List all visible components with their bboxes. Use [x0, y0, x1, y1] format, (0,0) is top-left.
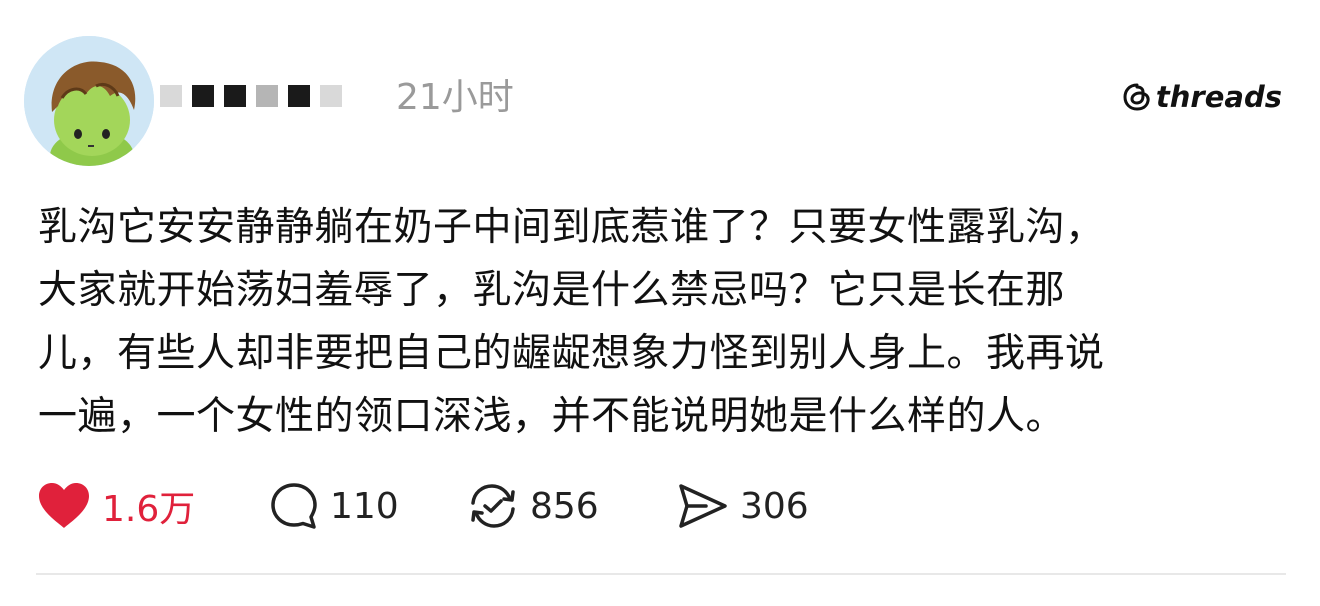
comment-button[interactable]: 110: [268, 476, 399, 536]
like-count: 1.6万: [102, 489, 196, 530]
post-text-line: 大家就开始荡妇羞辱了，乳沟是什么禁忌吗？它只是长在那: [38, 268, 1066, 313]
threads-brand: threads: [1122, 80, 1282, 114]
post-text-line: 儿，有些人却非要把自己的龌龊想象力怪到别人身上。我再说: [38, 331, 1105, 376]
repost-button[interactable]: 856: [466, 476, 599, 536]
post-text-line: 乳沟它安安静静躺在奶子中间到底惹谁了？只要女性露乳沟，: [38, 205, 1105, 250]
post-text-line: 一遍，一个女性的领口深浅，并不能说明她是什么样的人。: [38, 394, 1066, 439]
redaction-block: [288, 85, 310, 107]
threads-logo-icon: [1123, 83, 1150, 111]
send-icon: [679, 484, 727, 528]
redaction-block: [320, 85, 342, 107]
heart-icon: [39, 483, 89, 528]
share-button[interactable]: 306: [676, 476, 809, 536]
share-count: 306: [740, 485, 809, 527]
redaction-block: [160, 85, 182, 107]
comment-count: 110: [330, 485, 399, 527]
post-timestamp: 21小时: [396, 77, 514, 118]
avatar[interactable]: [24, 36, 154, 166]
repost-count: 856: [530, 485, 599, 527]
like-button[interactable]: 1.6万: [36, 476, 195, 536]
avatar-figure-icon: [24, 36, 154, 166]
post-actions: 1.6万 110 856 306: [36, 476, 1036, 536]
redaction-block: [192, 85, 214, 107]
divider: [36, 573, 1286, 575]
brand-name: threads: [1155, 80, 1282, 114]
comment-bubble-icon: [271, 483, 317, 529]
author-name-redacted[interactable]: [160, 76, 342, 116]
redaction-block: [256, 85, 278, 107]
threads-post: 21小时 threads 乳沟它安安静静躺在奶子中间到底惹谁了？只要女性露乳沟，…: [0, 0, 1320, 606]
repost-icon: [471, 484, 515, 528]
post-body: 乳沟它安安静静躺在奶子中间到底惹谁了？只要女性露乳沟， 大家就开始荡妇羞辱了，乳…: [38, 196, 1288, 448]
redaction-block: [224, 85, 246, 107]
